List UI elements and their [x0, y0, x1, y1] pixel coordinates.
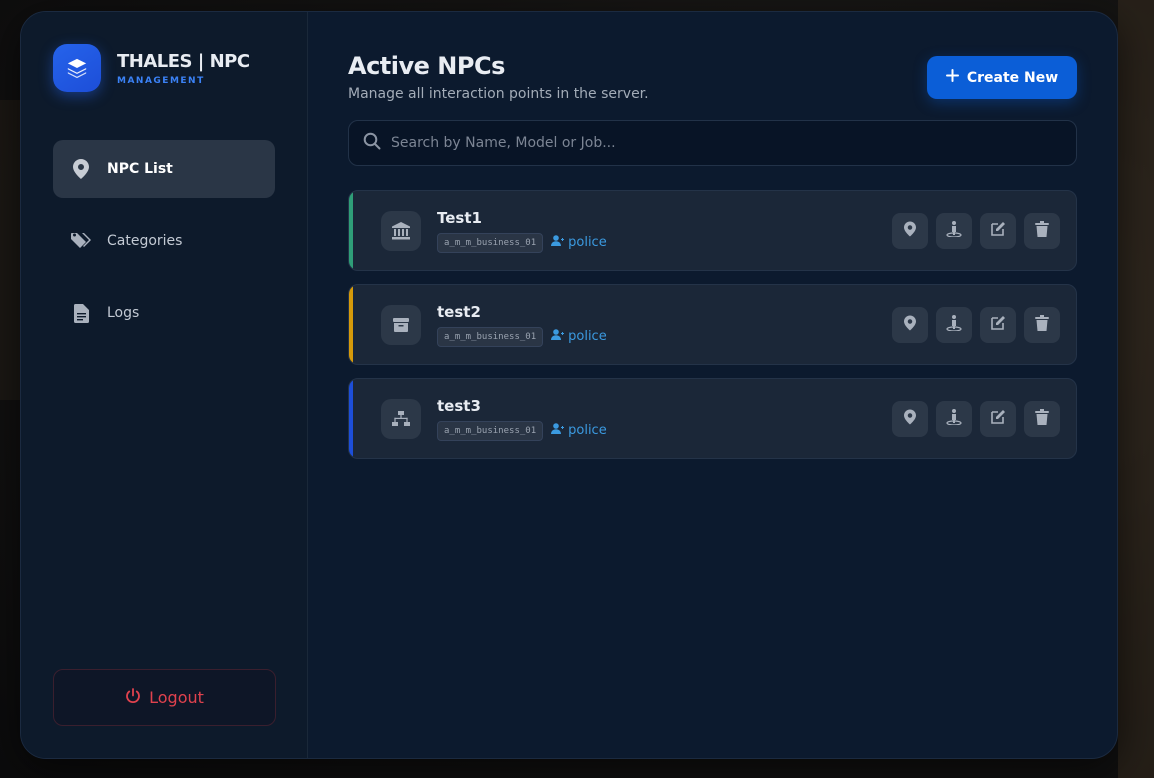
search-bar: [348, 120, 1077, 166]
edit-icon: [990, 409, 1006, 429]
trash-icon: [1035, 409, 1049, 429]
map-pin-icon: [904, 409, 916, 429]
npc-job-label: police: [568, 329, 607, 344]
sidebar-item-label: NPC List: [107, 161, 173, 177]
npc-model: a_m_m_business_01: [437, 420, 544, 441]
user-tie-icon: [551, 235, 565, 250]
sidebar-item-label: Logs: [107, 305, 140, 321]
set-position-button[interactable]: [936, 307, 972, 343]
npc-list: Test1 a_m_m_business_01 police test2 a_m…: [348, 190, 1077, 459]
npc-name: test2: [437, 302, 481, 321]
row-accent: [349, 379, 353, 458]
npc-job-label: police: [568, 423, 607, 438]
trash-icon: [1035, 221, 1049, 241]
npc-model: a_m_m_business_01: [437, 326, 544, 347]
logout-label: Logout: [149, 688, 204, 707]
page-subtitle: Manage all interaction points in the ser…: [348, 86, 649, 102]
user-tie-icon: [551, 329, 565, 344]
box-icon: [381, 304, 421, 345]
edit-button[interactable]: [980, 307, 1016, 343]
teleport-button[interactable]: [892, 401, 928, 437]
create-new-button[interactable]: Create New: [927, 56, 1077, 99]
npc-job: police: [551, 329, 607, 344]
page-title: Active NPCs: [348, 52, 505, 80]
plus-icon: [945, 69, 959, 86]
trash-icon: [1035, 315, 1049, 335]
row-accent: [349, 285, 353, 364]
edit-button[interactable]: [980, 213, 1016, 249]
logout-button[interactable]: Logout: [53, 669, 276, 726]
tags-icon: [71, 231, 91, 251]
user-tie-icon: [551, 423, 565, 438]
npc-row[interactable]: Test1 a_m_m_business_01 police: [348, 190, 1077, 271]
app-window: THALES | NPC MANAGEMENT NPC List Categor…: [20, 11, 1118, 759]
npc-job: police: [551, 423, 607, 438]
main-content: Active NPCs Manage all interaction point…: [308, 12, 1117, 758]
edit-icon: [990, 315, 1006, 335]
street-view-icon: [946, 221, 962, 241]
page-header: Active NPCs Manage all interaction point…: [348, 12, 1077, 120]
street-view-icon: [946, 409, 962, 429]
npc-job: police: [551, 235, 607, 250]
sidebar-item-label: Categories: [107, 233, 183, 249]
file-icon: [71, 303, 91, 323]
create-new-label: Create New: [966, 69, 1059, 86]
npc-row[interactable]: test3 a_m_m_business_01 police: [348, 378, 1077, 459]
bank-icon: [381, 210, 421, 251]
sidebar: THALES | NPC MANAGEMENT NPC List Categor…: [21, 12, 308, 758]
teleport-button[interactable]: [892, 213, 928, 249]
edit-icon: [990, 221, 1006, 241]
map-pin-icon: [904, 315, 916, 335]
map-pin-icon: [71, 159, 91, 179]
npc-name: Test1: [437, 208, 482, 227]
row-actions: [892, 213, 1060, 249]
delete-button[interactable]: [1024, 401, 1060, 437]
set-position-button[interactable]: [936, 213, 972, 249]
sidebar-item-logs[interactable]: Logs: [53, 284, 275, 342]
npc-job-label: police: [568, 235, 607, 250]
layers-icon: [53, 44, 101, 92]
row-actions: [892, 307, 1060, 343]
brand-subtitle: MANAGEMENT: [117, 75, 205, 86]
brand-title: THALES | NPC: [117, 50, 250, 72]
sidebar-nav: NPC List Categories Logs: [53, 140, 275, 342]
row-accent: [349, 191, 353, 270]
row-actions: [892, 401, 1060, 437]
map-pin-icon: [904, 221, 916, 241]
npc-name: test3: [437, 396, 481, 415]
sitemap-icon: [381, 398, 421, 439]
sidebar-item-npc-list[interactable]: NPC List: [53, 140, 275, 198]
brand: THALES | NPC MANAGEMENT: [53, 44, 275, 92]
set-position-button[interactable]: [936, 401, 972, 437]
delete-button[interactable]: [1024, 307, 1060, 343]
delete-button[interactable]: [1024, 213, 1060, 249]
edit-button[interactable]: [980, 401, 1016, 437]
teleport-button[interactable]: [892, 307, 928, 343]
street-view-icon: [946, 315, 962, 335]
search-input[interactable]: [391, 135, 1062, 151]
npc-row[interactable]: test2 a_m_m_business_01 police: [348, 284, 1077, 365]
search-icon: [363, 132, 381, 154]
sidebar-item-categories[interactable]: Categories: [53, 212, 275, 270]
power-icon: [125, 687, 141, 708]
npc-model: a_m_m_business_01: [437, 232, 544, 253]
